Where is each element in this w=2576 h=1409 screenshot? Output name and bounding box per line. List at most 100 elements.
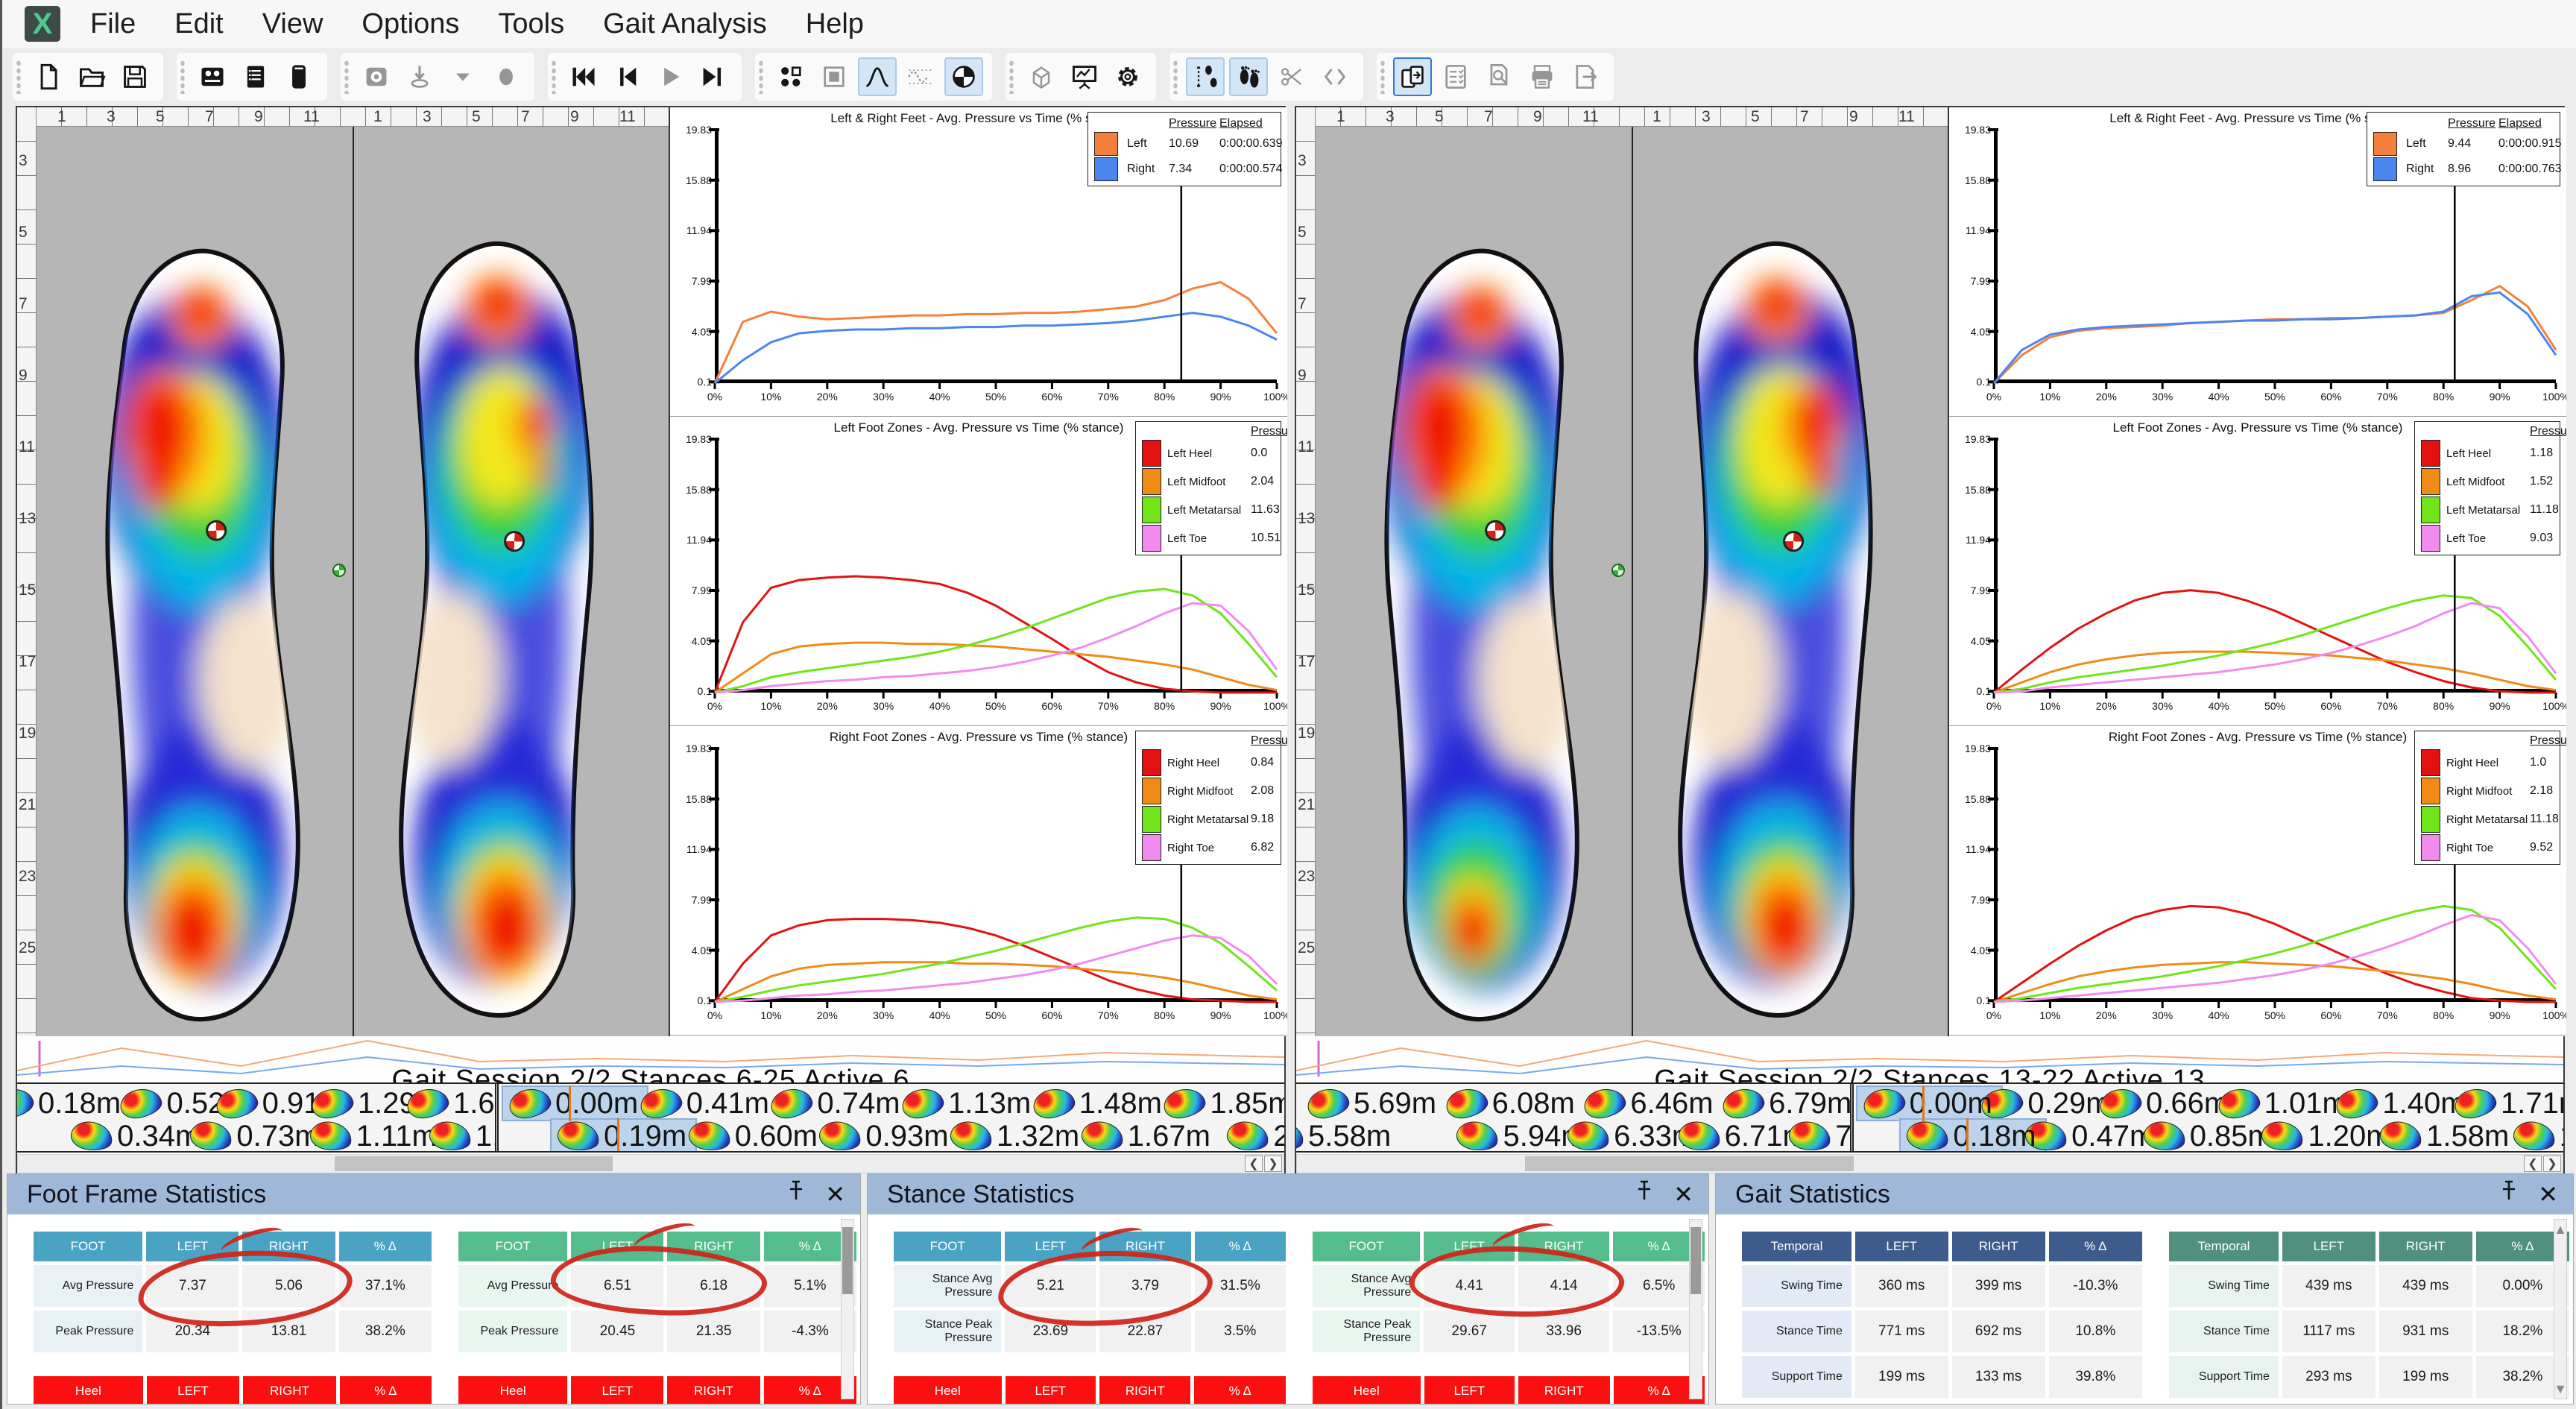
timeline-stance-item[interactable]: 1.32m: [950, 1120, 1079, 1151]
timeline-stance-item[interactable]: 1.58m: [2380, 1120, 2509, 1151]
sync-point-marker[interactable]: [1611, 564, 1625, 577]
timeline-stance-item[interactable]: 6.33m: [1568, 1120, 1696, 1151]
load-button[interactable]: [400, 57, 439, 96]
timeline-scrollbar[interactable]: ❮❯: [1296, 1154, 2563, 1173]
group-drag-handle[interactable]: [1008, 60, 1014, 94]
timeline-stance-item[interactable]: 0.60m: [689, 1120, 818, 1151]
timeline-stance-item[interactable]: 1.71m: [2455, 1087, 2563, 1120]
timeline-stance-item[interactable]: 1.11m: [310, 1120, 437, 1151]
panel-title-bar[interactable]: Foot Frame Statistics✕: [7, 1174, 860, 1214]
stats-scrollbar[interactable]: [1689, 1219, 1702, 1399]
timeline-stance-item[interactable]: 0.18m: [1907, 1120, 2036, 1151]
close-button[interactable]: ✕: [2538, 1182, 2558, 1206]
scroll-right-button[interactable]: ❯: [2543, 1156, 2561, 1172]
panel-title-bar[interactable]: Stance Statistics✕: [868, 1174, 1708, 1214]
timeline-stance-item[interactable]: 0.66m: [2100, 1087, 2229, 1120]
scroll-right-button[interactable]: ❯: [1264, 1156, 1282, 1172]
timeline-stance-item[interactable]: 1.13m: [902, 1087, 1031, 1120]
stride-measure-button[interactable]: [1186, 57, 1225, 96]
menu-item-file[interactable]: File: [71, 8, 155, 40]
timeline-scrollbar[interactable]: ❮❯: [17, 1154, 1284, 1173]
timeline-stance-item[interactable]: 5.69m: [1307, 1087, 1436, 1120]
timeline-stance-item[interactable]: 5.58m: [1296, 1120, 1391, 1151]
group-drag-handle[interactable]: [1172, 60, 1178, 94]
sync-point-marker[interactable]: [332, 564, 346, 577]
presentation-button[interactable]: [1065, 57, 1104, 96]
timeline-stance-item[interactable]: 1.01m: [2218, 1087, 2347, 1120]
menu-item-view[interactable]: View: [243, 8, 343, 40]
timeline-stance-item[interactable]: 0.74m: [771, 1087, 900, 1120]
frame-range-button[interactable]: [1316, 57, 1354, 96]
box-3d-button[interactable]: [1022, 57, 1061, 96]
pie-rotation-button[interactable]: [944, 57, 983, 96]
timeline-stance-item[interactable]: 1.46m: [429, 1120, 499, 1151]
last-frame-button[interactable]: [694, 57, 733, 96]
scrollbar-thumb[interactable]: [1525, 1156, 1854, 1171]
scrollbar-thumb[interactable]: [842, 1227, 853, 1294]
menu-item-tools[interactable]: Tools: [479, 8, 584, 40]
group-drag-handle[interactable]: [1380, 60, 1386, 94]
scrollbar-thumb[interactable]: [1690, 1227, 1701, 1294]
timeline-stance-item[interactable]: 1.48m: [1033, 1087, 1162, 1120]
play-button[interactable]: [651, 57, 689, 96]
scroll-down-button[interactable]: ▼: [2554, 1379, 2566, 1399]
settings-button[interactable]: [1108, 57, 1147, 96]
timeline-stance-item[interactable]: 1.64m: [407, 1087, 499, 1120]
record-preview-button[interactable]: [357, 57, 396, 96]
peak-curve-button[interactable]: [858, 57, 897, 96]
report-list-button[interactable]: [1436, 57, 1475, 96]
timeline-stance-item[interactable]: 6.46m: [1584, 1087, 1713, 1120]
timeline-stance-item[interactable]: 6.08m: [1446, 1087, 1575, 1120]
print-preview-button[interactable]: [1480, 57, 1518, 96]
timeline-stance-item[interactable]: 0.18m: [17, 1087, 121, 1120]
timeline-stance-item[interactable]: 6.79m: [1723, 1087, 1852, 1120]
timeline-stance-item[interactable]: 5.94m: [1456, 1120, 1585, 1151]
recorder-button[interactable]: [280, 57, 318, 96]
timeline-stance-item[interactable]: 0.34m: [71, 1120, 200, 1151]
tile-windows-button[interactable]: [771, 57, 810, 96]
export-button[interactable]: [1566, 57, 1605, 96]
group-drag-handle[interactable]: [551, 60, 557, 94]
scroll-left-button[interactable]: ❮: [2524, 1156, 2542, 1172]
notes-button[interactable]: [236, 57, 275, 96]
record-button[interactable]: [487, 57, 525, 96]
timeline-stance-item[interactable]: 1.85m: [1164, 1087, 1284, 1120]
previous-frame-button[interactable]: [607, 57, 646, 96]
first-frame-button[interactable]: [564, 57, 603, 96]
timeline-stance-item[interactable]: 0.93m: [819, 1120, 948, 1151]
menu-item-options[interactable]: Options: [342, 8, 479, 40]
stats-scrollbar[interactable]: ▲▼: [2554, 1219, 2567, 1399]
box-view-button[interactable]: [815, 57, 853, 96]
timeline-stance-item[interactable]: 0.85m: [2144, 1120, 2273, 1151]
timeline-stance-item[interactable]: 7.04m: [1789, 1120, 1854, 1151]
pin-button[interactable]: [2499, 1180, 2519, 1209]
trim-button[interactable]: [1272, 57, 1311, 96]
group-drag-handle[interactable]: [16, 60, 22, 94]
timeline-stance-item[interactable]: 0.47m: [2025, 1120, 2154, 1151]
timeline-stance-item[interactable]: 0.00m: [1863, 1087, 1992, 1120]
scroll-left-button[interactable]: ❮: [1245, 1156, 1263, 1172]
timeline-stance-item[interactable]: 0.41m: [640, 1087, 769, 1120]
pin-button[interactable]: [786, 1180, 806, 1209]
timeline-stance-item[interactable]: 1.20m: [2261, 1120, 2390, 1151]
menu-item-gait-analysis[interactable]: Gait Analysis: [584, 8, 786, 40]
menu-item-edit[interactable]: Edit: [155, 8, 242, 40]
close-button[interactable]: ✕: [1673, 1182, 1693, 1206]
timeline-stance-item[interactable]: 1.89m: [2513, 1120, 2563, 1151]
timeline-stance-item[interactable]: 0.19m: [558, 1120, 686, 1151]
timeline-stance-item[interactable]: 1.67m: [1082, 1120, 1210, 1151]
scroll-up-button[interactable]: ▲: [2554, 1220, 2566, 1239]
movie-capture-button[interactable]: [193, 57, 232, 96]
timeline-stance-item[interactable]: 1.40m: [2336, 1087, 2465, 1120]
timeline-stance-item[interactable]: 2.04m: [1227, 1120, 1284, 1151]
group-drag-handle[interactable]: [180, 60, 186, 94]
timeline-stance-item[interactable]: 0.29m: [1981, 1087, 2110, 1120]
stats-scrollbar[interactable]: [841, 1219, 854, 1399]
menu-item-help[interactable]: Help: [786, 8, 883, 40]
panel-title-bar[interactable]: Gait Statistics✕: [1716, 1174, 2573, 1214]
save-file-button[interactable]: [116, 57, 154, 96]
print-button[interactable]: [1523, 57, 1562, 96]
close-button[interactable]: ✕: [825, 1182, 845, 1206]
scrollbar-thumb[interactable]: [335, 1156, 613, 1171]
group-drag-handle[interactable]: [344, 60, 350, 94]
